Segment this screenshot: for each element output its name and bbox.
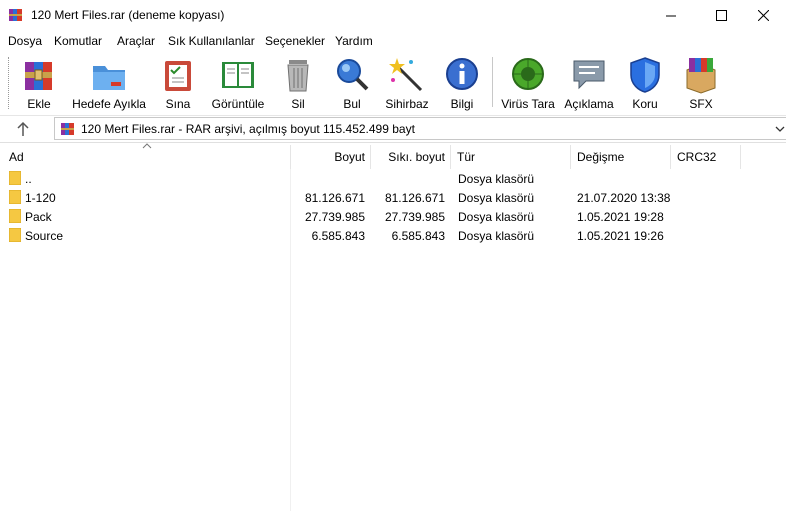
view-label: Görüntüle	[211, 97, 265, 111]
find-label: Bul	[343, 97, 361, 111]
file-row[interactable]: Source 6.585.843 6.585.843 Dosya klasörü…	[0, 226, 786, 245]
column-type[interactable]: Tür	[451, 145, 571, 169]
menu-araclar[interactable]: Araçlar	[117, 34, 155, 48]
magnifier-icon	[337, 59, 369, 91]
file-name: Source	[25, 229, 64, 243]
test-button[interactable]: Sına	[158, 55, 198, 113]
close-icon	[757, 10, 769, 21]
test-label: Sına	[165, 97, 191, 111]
file-type: Dosya klasörü	[458, 191, 535, 205]
toolbar-grip	[8, 57, 12, 109]
virus-scan-label: Virüs Tara	[501, 97, 555, 111]
toolbar: Ekle Hedefe Ayıkla Sına Görüntüle Sil Bu…	[0, 51, 786, 116]
menu-yardim[interactable]: Yardım	[335, 34, 373, 48]
file-name: ..	[25, 172, 32, 186]
wizard-button[interactable]: Sihirbaz	[384, 55, 430, 113]
file-size: 6.585.843	[311, 229, 365, 243]
close-button[interactable]	[740, 0, 786, 31]
maximize-button[interactable]	[698, 0, 744, 31]
window-title: 120 Mert Files.rar (deneme kopyası)	[31, 8, 225, 22]
file-type: Dosya klasörü	[458, 229, 535, 243]
menu-bar: Dosya Komutlar Araçlar Sık Kullanılanlar…	[0, 31, 786, 51]
winrar-app-icon	[9, 9, 22, 21]
trash-icon	[287, 60, 309, 92]
info-button[interactable]: Bilgi	[442, 55, 482, 113]
view-book-icon	[222, 62, 254, 88]
file-modified: 1.05.2021 19:28	[577, 210, 664, 224]
add-label: Ekle	[27, 97, 51, 111]
file-name: 1-120	[25, 191, 56, 205]
file-packed-size: 27.739.985	[384, 210, 445, 224]
add-button[interactable]: Ekle	[18, 55, 60, 113]
path-field[interactable]: 120 Mert Files.rar - RAR arşivi, açılmış…	[54, 117, 786, 140]
extract-folder-icon	[93, 66, 125, 90]
extract-button[interactable]: Hedefe Ayıkla	[70, 55, 148, 113]
file-type: Dosya klasörü	[458, 210, 535, 224]
rar-archive-icon	[61, 123, 74, 135]
sfx-button[interactable]: SFX	[680, 55, 722, 113]
test-clipboard-icon	[165, 61, 191, 91]
chevron-down-icon[interactable]	[774, 122, 786, 136]
virus-scan-button[interactable]: Virüs Tara	[500, 55, 556, 113]
comment-button[interactable]: Açıklama	[562, 55, 616, 113]
file-size: 81.126.671	[304, 191, 365, 205]
protect-label: Koru	[632, 97, 658, 111]
info-icon	[446, 58, 478, 90]
column-crc[interactable]: CRC32	[671, 145, 741, 169]
menu-komutlar[interactable]: Komutlar	[54, 34, 102, 48]
path-text: 120 Mert Files.rar - RAR arşivi, açılmış…	[81, 122, 415, 136]
folder-icon	[9, 228, 21, 242]
folder-icon	[9, 171, 21, 185]
delete-label: Sil	[291, 97, 305, 111]
delete-button[interactable]: Sil	[278, 55, 318, 113]
sfx-label: SFX	[689, 97, 713, 111]
title-bar: 120 Mert Files.rar (deneme kopyası)	[0, 0, 786, 31]
file-packed-size: 81.126.671	[384, 191, 445, 205]
file-name: Pack	[25, 210, 52, 224]
find-button[interactable]: Bul	[332, 55, 372, 113]
up-arrow-icon[interactable]	[14, 120, 32, 138]
extract-label: Hedefe Ayıkla	[72, 97, 146, 111]
virus-scan-icon	[512, 58, 544, 90]
file-modified: 21.07.2020 13:38	[577, 191, 671, 205]
column-modified[interactable]: Değişme	[571, 145, 671, 169]
info-label: Bilgi	[450, 97, 474, 111]
comment-icon	[573, 60, 605, 90]
add-archive-icon	[25, 62, 52, 90]
file-row[interactable]: .. Dosya klasörü	[0, 169, 786, 188]
minimize-icon	[665, 15, 676, 17]
sfx-box-icon	[686, 58, 716, 94]
file-type: Dosya klasörü	[458, 172, 535, 186]
file-row[interactable]: 1-120 81.126.671 81.126.671 Dosya klasör…	[0, 188, 786, 207]
shield-icon	[630, 57, 660, 93]
menu-sik-kullanilanlar[interactable]: Sık Kullanılanlar	[168, 34, 255, 48]
file-modified: 1.05.2021 19:26	[577, 229, 664, 243]
wizard-wand-icon	[389, 58, 423, 92]
menu-secenekler[interactable]: Seçenekler	[265, 34, 325, 48]
file-row[interactable]: Pack 27.739.985 27.739.985 Dosya klasörü…	[0, 207, 786, 226]
protect-button[interactable]: Koru	[624, 55, 666, 113]
toolbar-separator	[492, 57, 493, 107]
folder-icon	[9, 209, 21, 223]
comment-label: Açıklama	[564, 97, 614, 111]
file-size: 27.739.985	[304, 210, 365, 224]
folder-icon	[9, 190, 21, 204]
view-button[interactable]: Görüntüle	[208, 55, 268, 113]
column-name[interactable]: Ad	[0, 145, 291, 169]
menu-dosya[interactable]: Dosya	[8, 34, 42, 48]
path-bar: 120 Mert Files.rar - RAR arşivi, açılmış…	[0, 116, 786, 143]
column-header: Ad Boyut Sıkı. boyut Tür Değişme CRC32	[0, 143, 786, 169]
file-packed-size: 6.585.843	[391, 229, 445, 243]
column-packed[interactable]: Sıkı. boyut	[371, 145, 451, 169]
wizard-label: Sihirbaz	[385, 97, 429, 111]
column-size[interactable]: Boyut	[291, 145, 371, 169]
minimize-button[interactable]	[648, 0, 694, 31]
maximize-icon	[715, 10, 727, 21]
